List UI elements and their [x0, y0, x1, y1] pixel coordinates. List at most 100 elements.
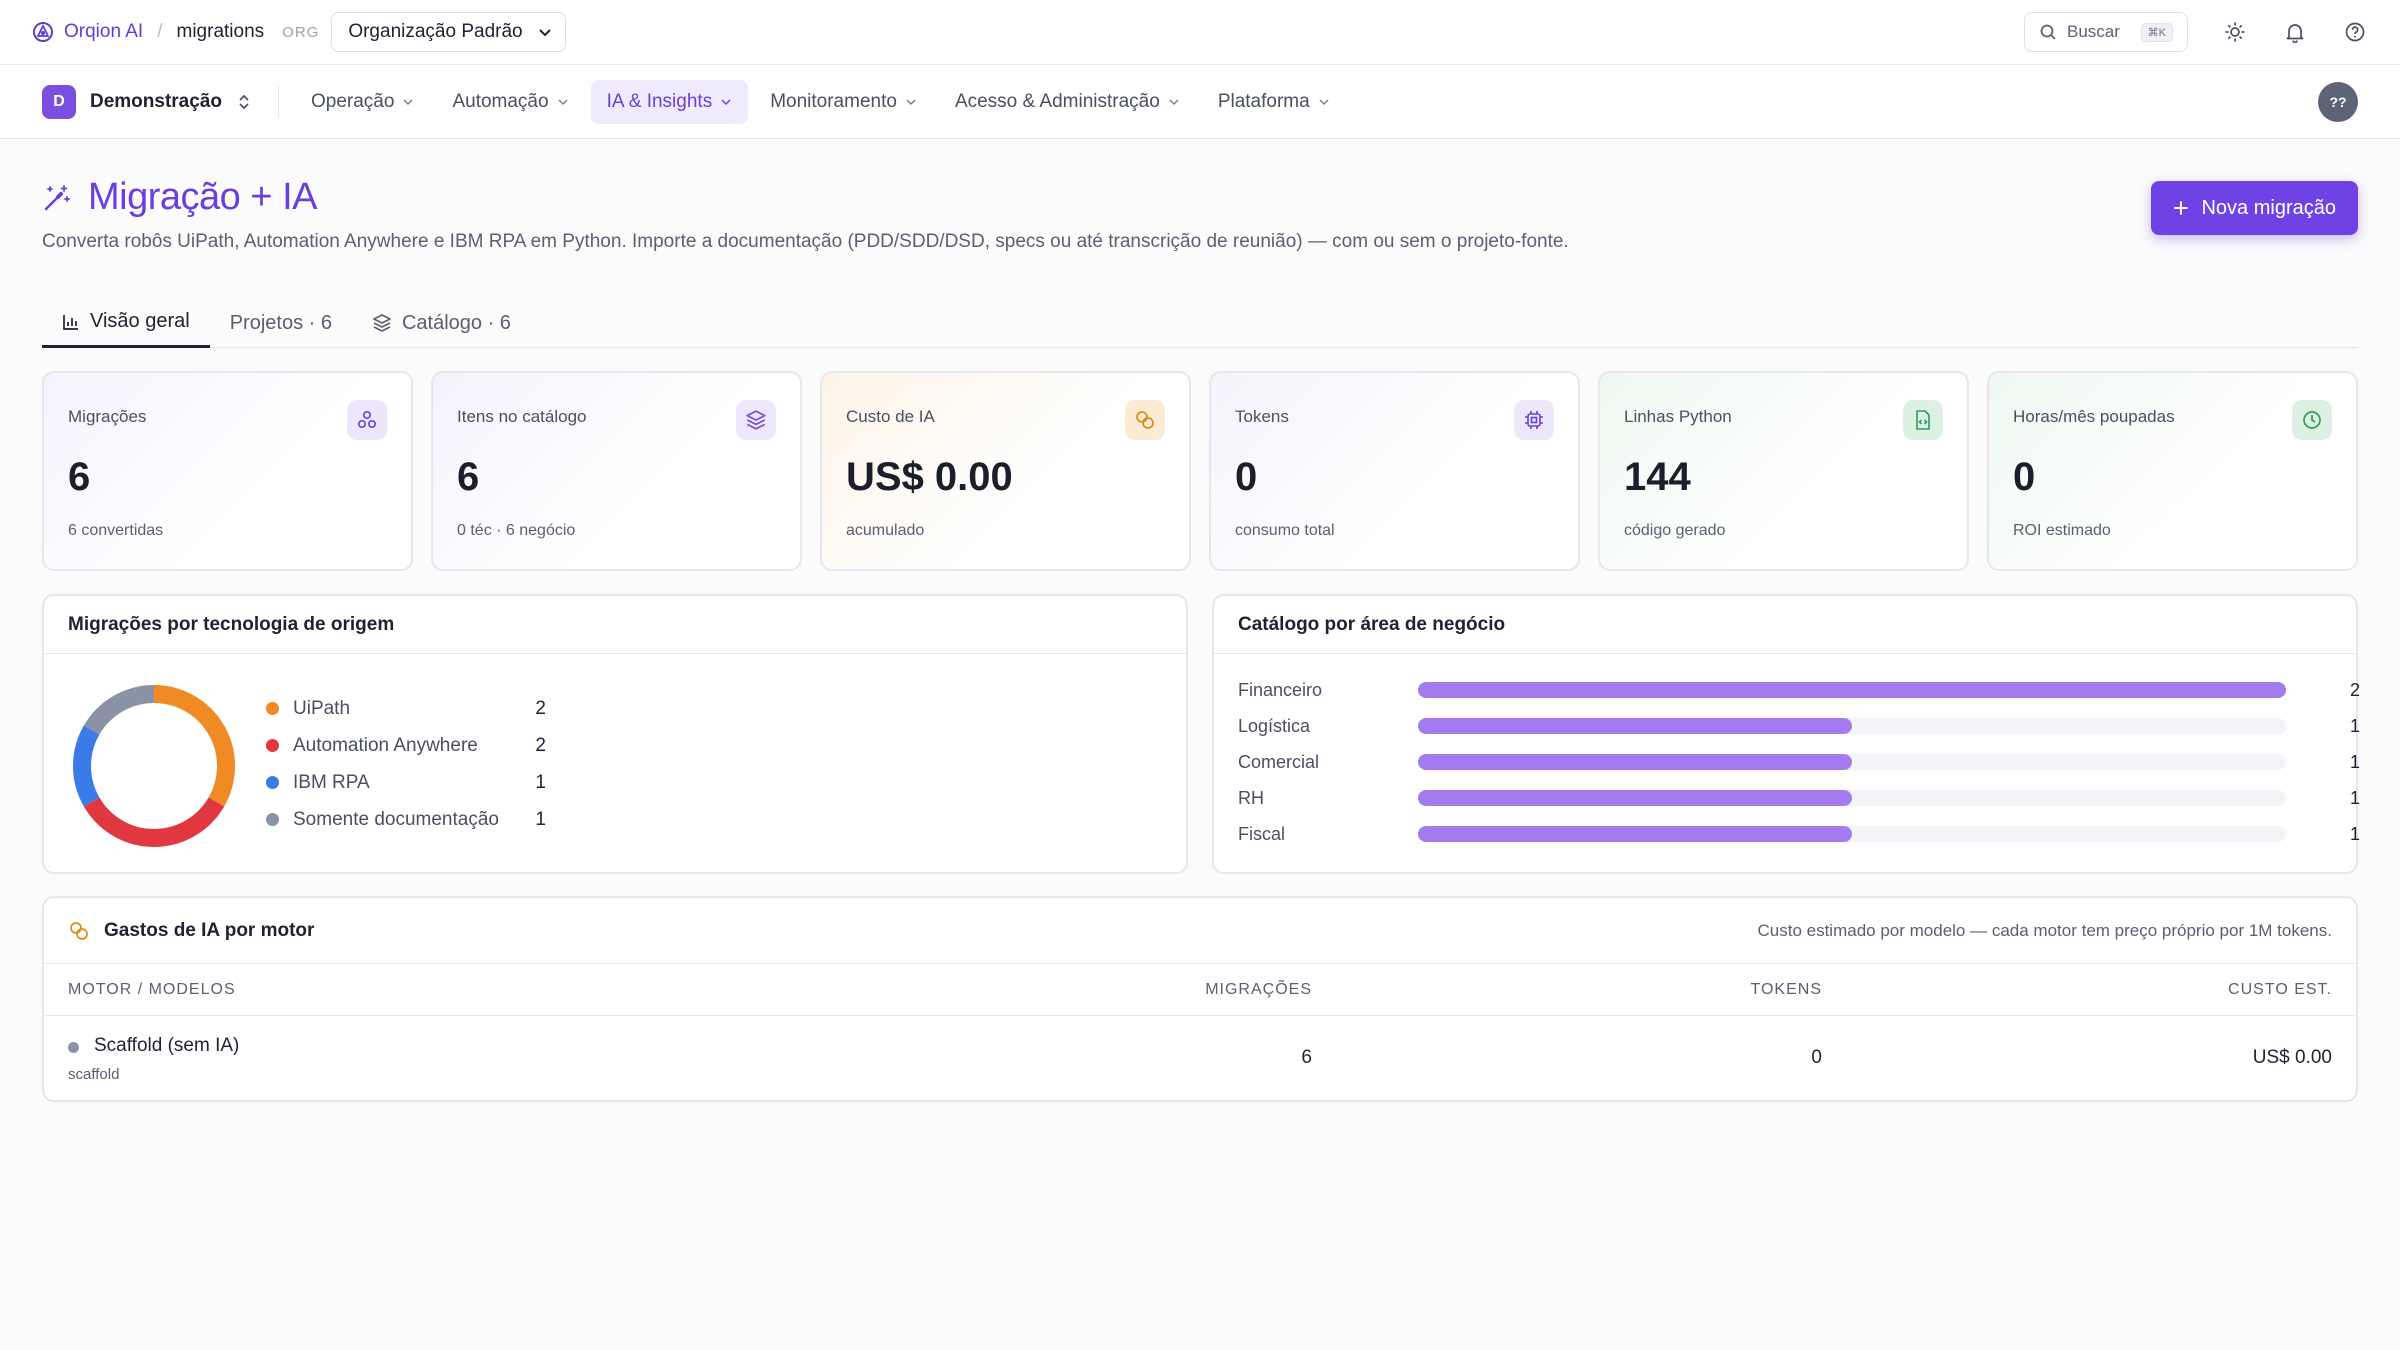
- tab-visao-geral[interactable]: Visão geral: [42, 298, 210, 348]
- stat-card-migracoes: Migrações 6 6 convertidas: [42, 371, 413, 571]
- code-file-icon: [1903, 400, 1943, 440]
- bar-row: RH 1: [1238, 780, 2360, 816]
- tab-catalogo[interactable]: Catálogo · 6: [352, 298, 531, 348]
- spend-note: Custo estimado por modelo — cada motor t…: [1757, 920, 2333, 940]
- workspace-switcher[interactable]: D Demonstração: [42, 84, 279, 119]
- search-button[interactable]: Buscar ⌘K: [2024, 12, 2188, 52]
- legend-item: IBM RPA 1: [266, 764, 546, 801]
- legend-label: Somente documentação: [293, 808, 499, 830]
- column-header: MOTOR / MODELOS: [68, 981, 236, 998]
- donut-slice-somente-documenta-o[interactable]: [83, 685, 155, 735]
- help-button[interactable]: [2342, 19, 2368, 45]
- legend-item: Somente documentação 1: [266, 801, 546, 838]
- nav-item-operacao[interactable]: Operação: [295, 80, 430, 124]
- donut-slice-ibm-rpa[interactable]: [73, 725, 100, 807]
- page-header: Migração + IA Converta robôs UiPath, Aut…: [42, 176, 2358, 253]
- new-migration-label: Nova migração: [2201, 196, 2336, 219]
- layers-icon: [372, 313, 392, 333]
- bell-icon: [2284, 21, 2306, 43]
- bar-label: RH: [1238, 787, 1264, 808]
- table-header: MOTOR / MODELOS MIGRAÇÕES TOKENS CUSTO E…: [44, 964, 2356, 1016]
- breadcrumb-separator: /: [157, 21, 163, 42]
- bar-track: [1418, 790, 2286, 806]
- stat-label: Tokens: [1235, 407, 1289, 426]
- bar-value: 1: [2349, 715, 2360, 736]
- legend-value: 2: [535, 734, 546, 756]
- bar-track: [1418, 754, 2286, 770]
- stat-card-horas: Horas/mês poupadas 0 ROI estimado: [1987, 371, 2358, 571]
- column-header: MIGRAÇÕES: [1205, 981, 1312, 998]
- nav-item-label: Acesso & Administração: [954, 90, 1160, 112]
- new-migration-button[interactable]: Nova migração: [2151, 181, 2358, 235]
- bar-row: Logística 1: [1238, 708, 2360, 744]
- stat-label: Custo de IA: [846, 407, 935, 426]
- migrations-count: 6: [1301, 1047, 1312, 1068]
- tokens-count: 0: [1811, 1047, 1822, 1068]
- stat-label: Linhas Python: [1624, 407, 1732, 426]
- layers-icon: [736, 400, 776, 440]
- stat-value: US$ 0.00: [846, 455, 1013, 499]
- bar-fill: [1418, 826, 1852, 842]
- stat-card-catalogo: Itens no catálogo 6 0 téc · 6 negócio: [431, 371, 802, 571]
- stat-hint: consumo total: [1235, 522, 1335, 539]
- stat-value: 6: [68, 455, 91, 499]
- org-select-value: Organização Padrão: [348, 21, 523, 42]
- stat-value: 144: [1624, 455, 1691, 499]
- stat-label: Migrações: [68, 407, 147, 426]
- nav-item-monitoramento[interactable]: Monitoramento: [754, 80, 933, 124]
- table-row[interactable]: Scaffold (sem IA) scaffold 6 0 US$ 0.00: [44, 1016, 2356, 1100]
- stat-hint: 0 téc · 6 negócio: [457, 522, 576, 539]
- legend-label: UiPath: [293, 697, 351, 719]
- bar-track: [1418, 682, 2286, 698]
- stat-card-custo: Custo de IA US$ 0.00 acumulado: [820, 371, 1191, 571]
- avatar[interactable]: ??: [2318, 81, 2358, 122]
- stat-label: Horas/mês poupadas: [2013, 407, 2175, 426]
- legend-label: IBM RPA: [293, 771, 370, 793]
- plus-icon: [2173, 200, 2189, 216]
- brand[interactable]: Orqion AI / migrations: [32, 21, 264, 43]
- bar-value: 1: [2349, 823, 2360, 844]
- tab-label: Projetos · 6: [229, 311, 332, 334]
- notifications-button[interactable]: [2282, 19, 2308, 45]
- panel-title: Catálogo por área de negócio: [1214, 596, 2356, 654]
- chevron-down-icon: [1318, 96, 1330, 108]
- coins-icon: [1125, 400, 1165, 440]
- tab-label: Catálogo · 6: [401, 311, 511, 334]
- org-select[interactable]: Organização Padrão: [331, 12, 566, 52]
- bar-row: Financeiro 2: [1238, 672, 2360, 708]
- donut-slice-automation-anywhere[interactable]: [83, 797, 225, 847]
- orqion-logo-icon: [32, 21, 54, 43]
- donut-slice-uipath[interactable]: [153, 685, 235, 807]
- stats-row: Migrações 6 6 convertidas Itens no catál…: [42, 371, 2358, 571]
- stat-hint: ROI estimado: [2013, 522, 2111, 539]
- stat-value: 0: [1235, 455, 1258, 499]
- tech-legend: UiPath 2 Automation Anywhere 2 IBM RPA 1 So…: [266, 690, 546, 838]
- stat-value: 6: [457, 455, 480, 499]
- legend-value: 2: [535, 697, 546, 719]
- motor-model: scaffold: [68, 1066, 120, 1083]
- tab-projetos[interactable]: Projetos · 6: [210, 298, 352, 348]
- workspace-badge: D: [42, 84, 76, 119]
- nav-item-automacao[interactable]: Automação: [436, 80, 584, 124]
- brand-name[interactable]: Orqion AI: [64, 21, 143, 43]
- search-icon: [2039, 23, 2057, 41]
- theme-toggle-button[interactable]: [2222, 19, 2248, 45]
- nav-item-label: Automação: [452, 90, 549, 112]
- nav-item-acesso-administracao[interactable]: Acesso & Administração: [939, 80, 1196, 124]
- nav-item-plataforma[interactable]: Plataforma: [1202, 80, 1346, 124]
- nav-item-label: Operação: [311, 90, 395, 112]
- tech-panel: Migrações por tecnologia de origem UiPat…: [42, 594, 1188, 874]
- legend-item: UiPath 2: [266, 690, 546, 727]
- tech-donut-chart: [73, 685, 235, 847]
- chip-icon: [1514, 400, 1554, 440]
- spend-title: Gastos de IA por motor: [104, 919, 315, 941]
- bar-value: 1: [2349, 751, 2360, 772]
- legend-swatch: [266, 739, 279, 752]
- bar-value: 2: [2349, 679, 2360, 700]
- stat-label: Itens no catálogo: [457, 407, 587, 426]
- bar-fill: [1418, 754, 1852, 770]
- legend-value: 1: [535, 808, 546, 830]
- chevrons-up-down-icon: [236, 93, 252, 111]
- stat-hint: código gerado: [1624, 522, 1726, 539]
- nav-item-ia-insights[interactable]: IA & Insights: [590, 79, 749, 124]
